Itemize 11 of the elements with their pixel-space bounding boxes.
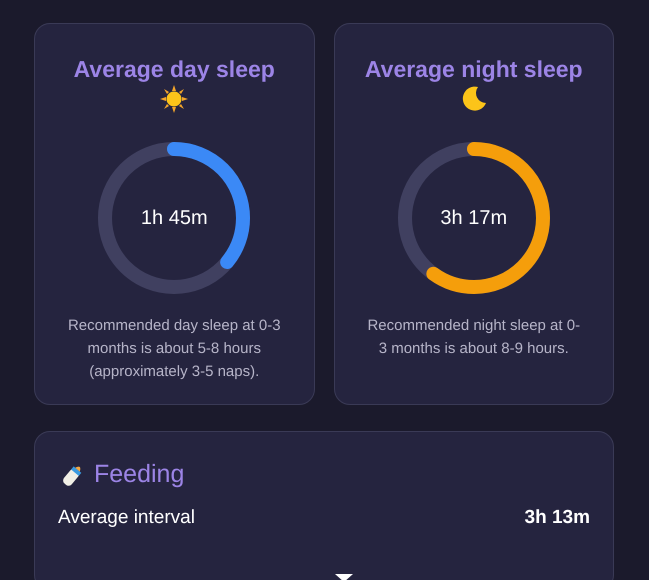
stat-value: 3h 13m bbox=[524, 506, 590, 530]
card-title: Average day sleep bbox=[74, 55, 275, 84]
section-title: Feeding bbox=[94, 459, 184, 490]
recommendation-text: Recommended day sleep at 0-3 months is about 5-8 hours (approximately 3-5 naps). bbox=[66, 316, 282, 382]
sun-icon bbox=[159, 84, 190, 114]
duration-value: 3h 17m bbox=[440, 206, 508, 231]
recommendation-text: Recommended night sleep at 0-3 months is about 8-9 hours. bbox=[366, 316, 582, 359]
duration-value: 1h 45m bbox=[140, 206, 208, 231]
card-title: Average night sleep bbox=[364, 55, 583, 84]
triangle-icon bbox=[335, 574, 353, 580]
stat-label: Average interval bbox=[58, 506, 195, 530]
